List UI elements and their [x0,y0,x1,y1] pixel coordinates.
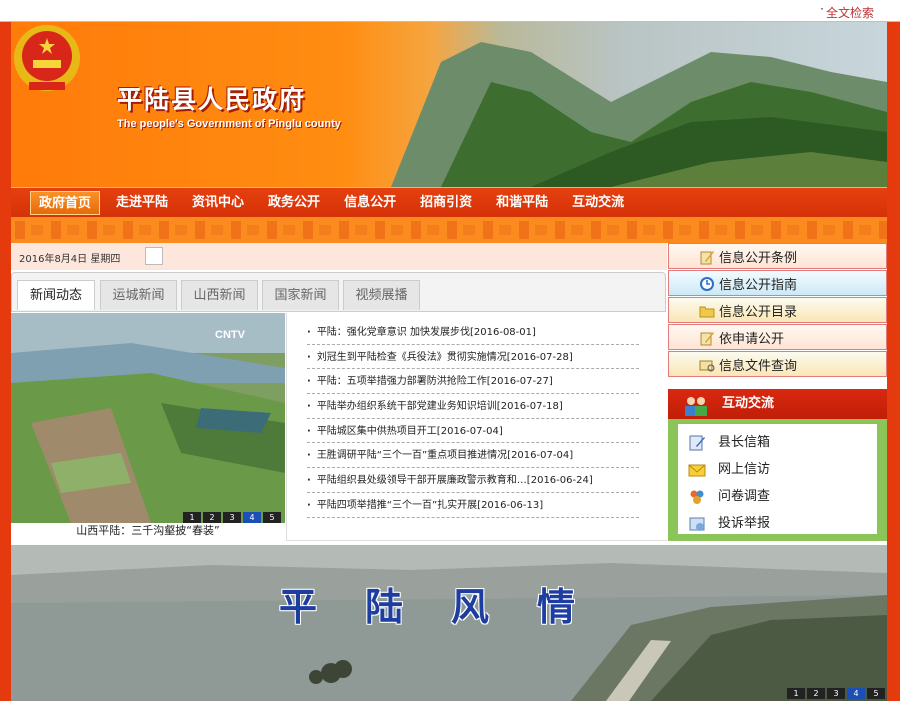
news-item[interactable]: 平陆举办组织系统干部党建业务知识培训[2016-07-18] [307,394,639,419]
weather-box [145,247,163,265]
pencil-doc-icon [700,332,714,346]
news-item[interactable]: 平陆四项举措推“三个一百”扎实开展[2016-06-13] [307,493,639,518]
interaction-title: 互动交流 [722,396,775,411]
hudong-item-label: 县长信箱 [718,435,771,450]
news-item[interactable]: 平陆：强化党章意识 加快发展步伐[2016-08-01] [307,320,639,345]
nav-item-info-disclosure[interactable]: 信息公开 [336,191,404,215]
info-link-label: 信息公开指南 [719,277,798,293]
hudong-item-label: 问卷调查 [718,489,771,504]
scenery-page-2[interactable]: 2 [807,688,825,699]
nav-item-investment[interactable]: 招商引资 [412,191,480,215]
news-item[interactable]: 王胜调研平陆“三个一百”重点项目推进情况[2016-07-04] [307,443,639,469]
edit-icon [689,435,705,451]
cntv-watermark: CNTV [215,329,245,341]
apply-disclosure-link[interactable]: 依申请公开 [668,324,887,350]
pencil-doc-icon [700,251,714,265]
mayor-mailbox-link[interactable]: 县长信箱 [688,432,770,454]
date-bar: 2016年8月4日 星期四 [11,243,667,270]
site-subtitle: The people's Government of Pinglu county [117,118,341,130]
scenery-banner[interactable]: 平陆风情 1 2 3 4 5 [11,545,887,701]
interaction-header: 互动交流 [668,389,887,419]
scenery-title: 平陆风情 [279,584,624,629]
tab-news-updates[interactable]: 新闻动态 [17,280,95,310]
mail-icon [688,464,706,477]
frame-left [0,22,11,701]
photo-page-3[interactable]: 3 [223,512,241,523]
clock-icon [700,277,714,291]
nav-item-home[interactable]: 政府首页 [30,190,101,215]
online-petition-link[interactable]: 网上信访 [688,459,770,481]
scenery-page-4[interactable]: 4 [847,688,865,699]
tab-shanxi-news[interactable]: 山西新闻 [181,280,258,310]
envelope-search-icon [699,360,715,372]
frame-right [887,22,900,701]
photo-page-5[interactable]: 5 [263,512,281,523]
group-icon [690,490,704,504]
info-link-label: 依申请公开 [719,331,785,347]
info-link-label: 信息公开目录 [719,304,798,320]
national-emblem-icon [14,25,80,91]
photo-page-4[interactable]: 4 [243,512,261,523]
info-regulations-link[interactable]: 信息公开条例 [668,243,887,269]
nav-item-harmony[interactable]: 和谐平陆 [488,191,556,215]
nav-decoration [11,217,887,243]
folder-icon [699,306,715,318]
info-link-label: 信息公开条例 [719,250,798,266]
tab-yuncheng-news[interactable]: 运城新闻 [100,280,177,310]
complaint-icon [689,517,705,531]
site-title: 平陆县人民政府 [117,85,307,114]
document-search-link[interactable]: 信息文件查询 [668,351,887,377]
photo-page-1[interactable]: 1 [183,512,201,523]
news-list: 平陆：强化党章意识 加快发展步伐[2016-08-01] 刘冠生到平陆检查《兵役… [286,313,667,541]
news-item[interactable]: 平陆：五项举措强力部署防洪抢险工作[2016-07-27] [307,369,639,395]
people-icon [685,397,707,416]
news-item[interactable]: 平陆城区集中供热项目开工[2016-07-04] [307,419,639,444]
info-catalog-link[interactable]: 信息公开目录 [668,297,887,323]
complaint-link[interactable]: 投诉举报 [688,513,770,535]
sidebar: 信息公开条例 信息公开指南 信息公开目录 依申请公开 信息文件查询 互动交流 县… [668,243,887,541]
current-date: 2016年8月4日 星期四 [19,254,121,265]
nav-item-news-center[interactable]: 资讯中心 [184,191,252,215]
interaction-panel: 县长信箱 网上信访 问卷调查 投诉举报 [668,419,887,541]
scenery-pager: 1 2 3 4 5 [785,688,885,699]
nav-item-gov-affairs[interactable]: 政务公开 [260,191,328,215]
info-guide-link[interactable]: 信息公开指南 [668,270,887,296]
nav-item-about[interactable]: 走进平陆 [108,191,176,215]
hudong-item-label: 网上信访 [718,462,771,477]
hudong-item-label: 投诉举报 [718,516,771,531]
main-nav: 政府首页 走进平陆 资讯中心 政务公开 信息公开 招商引资 和谐平陆 互动交流 [11,187,887,217]
photo-caption[interactable]: 山西平陆：三千沟壑披“春装” [11,523,285,541]
scenery-page-1[interactable]: 1 [787,688,805,699]
news-item[interactable]: 刘冠生到平陆检查《兵役法》贯彻实施情况[2016-07-28] [307,345,639,370]
bullet-dot: · [820,2,824,16]
tab-national-news[interactable]: 国家新闻 [262,280,339,310]
aerial-terraces-image [11,313,285,523]
survey-link[interactable]: 问卷调查 [688,486,770,508]
info-link-label: 信息文件查询 [719,358,798,374]
top-bar: · 全文检索 [0,0,900,22]
photo-pager: 1 2 3 4 5 [181,512,281,523]
scenery-page-5[interactable]: 5 [867,688,885,699]
fulltext-search-link[interactable]: 全文检索 [826,4,874,21]
news-tabs: 新闻动态 运城新闻 山西新闻 国家新闻 视频展播 [11,272,666,312]
news-item[interactable]: 平陆组织县处级领导干部开展廉政警示教育和…[2016-06-24] [307,468,639,493]
photo-page-2[interactable]: 2 [203,512,221,523]
scenery-page-3[interactable]: 3 [827,688,845,699]
news-photo[interactable]: CNTV 1 2 3 4 5 [11,313,285,523]
header-banner: 平陆县人民政府 The people's Government of Pingl… [11,22,887,187]
tab-video[interactable]: 视频展播 [343,280,420,310]
nav-item-interaction[interactable]: 互动交流 [564,191,632,215]
